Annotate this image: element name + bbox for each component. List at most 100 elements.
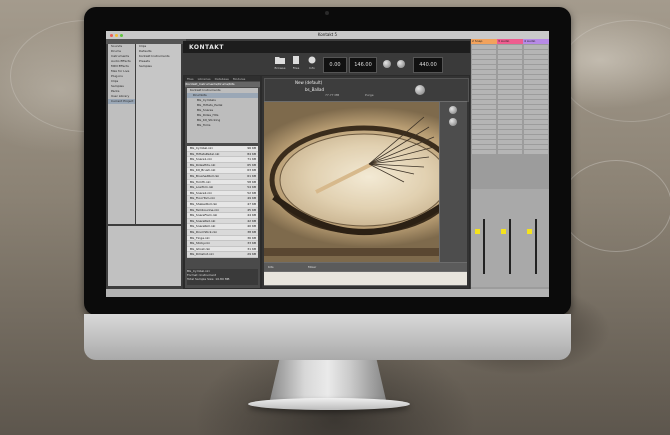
clip-slot[interactable]	[498, 55, 522, 59]
file-row[interactable]: BG_Rimshot.nki 29 KB	[187, 252, 258, 258]
clip-slot[interactable]	[524, 110, 548, 114]
clip-slot[interactable]	[524, 135, 548, 139]
clip-slot[interactable]	[524, 75, 548, 79]
tab-mixer[interactable]: Mixer	[308, 265, 316, 269]
clip-slot[interactable]	[472, 70, 496, 74]
clip-slot[interactable]	[498, 105, 522, 109]
clip-slot[interactable]	[472, 50, 496, 54]
file-size: 42 KB	[247, 218, 256, 223]
clip-slot[interactable]	[498, 75, 522, 79]
clip-slot[interactable]	[524, 150, 548, 154]
clip-slot[interactable]	[524, 50, 548, 54]
clip-slot[interactable]	[472, 100, 496, 104]
browser-folder[interactable]: Samples	[136, 64, 181, 69]
clip-slot[interactable]	[498, 60, 522, 64]
purge-button[interactable]: Purge	[365, 93, 374, 97]
clip-slot[interactable]	[472, 150, 496, 154]
track-activator[interactable]	[501, 229, 506, 234]
clip-slot[interactable]	[498, 85, 522, 89]
clip-slot[interactable]	[472, 85, 496, 89]
browser-place[interactable]: Current Project	[108, 99, 135, 104]
clip-slot[interactable]	[498, 100, 522, 104]
clip-slot[interactable]	[472, 105, 496, 109]
track-header[interactable]: 2 Snap	[471, 39, 497, 44]
clip-slot[interactable]	[498, 125, 522, 129]
folder-icon[interactable]	[275, 56, 285, 64]
browser-tab[interactable]: Modules	[231, 77, 247, 81]
clip-slot[interactable]	[498, 145, 522, 149]
clip-slot[interactable]	[524, 55, 548, 59]
volume-knob[interactable]	[449, 106, 457, 114]
info-icon[interactable]	[307, 56, 317, 64]
clip-slot[interactable]	[524, 95, 548, 99]
volume-fader[interactable]	[483, 219, 485, 274]
clip-slot[interactable]	[472, 140, 496, 144]
clip-slot[interactable]	[524, 65, 548, 69]
clip-slot[interactable]	[524, 90, 548, 94]
clip-slot[interactable]	[472, 135, 496, 139]
bpm-display[interactable]: 146.00	[349, 57, 377, 73]
clip-slot[interactable]	[524, 70, 548, 74]
clip-slot[interactable]	[472, 55, 496, 59]
clip-slot[interactable]	[472, 145, 496, 149]
clip-slot[interactable]	[472, 80, 496, 84]
clip-slot[interactable]	[472, 95, 496, 99]
clip-slot[interactable]	[472, 125, 496, 129]
clip-slot[interactable]	[524, 145, 548, 149]
clip-slot[interactable]	[472, 115, 496, 119]
tree-folder[interactable]: BG_Toms	[187, 123, 258, 128]
clip-slot[interactable]	[524, 100, 548, 104]
clip-slot[interactable]	[472, 120, 496, 124]
clip-slot[interactable]	[524, 80, 548, 84]
clip-slot[interactable]	[524, 120, 548, 124]
clip-slot[interactable]	[498, 95, 522, 99]
clip-slot[interactable]	[498, 50, 522, 54]
clip-slot[interactable]	[498, 150, 522, 154]
clip-slot[interactable]	[498, 45, 522, 49]
track-header[interactable]: 3 Audio	[497, 39, 523, 44]
tune-display[interactable]: 440.00	[413, 57, 443, 73]
clip-slot[interactable]	[524, 60, 548, 64]
clip-slot[interactable]	[498, 120, 522, 124]
tab-kits[interactable]: Kits	[268, 265, 274, 269]
track-activator[interactable]	[527, 229, 532, 234]
clip-slot[interactable]	[472, 65, 496, 69]
clip-slot[interactable]	[498, 90, 522, 94]
clip-slot[interactable]	[524, 115, 548, 119]
volume-fader[interactable]	[509, 219, 511, 274]
clip-slot[interactable]	[498, 70, 522, 74]
clip-slot[interactable]	[472, 45, 496, 49]
browser-tab[interactable]: Files	[185, 77, 196, 81]
browser-tab[interactable]: Database	[213, 77, 231, 81]
clip-slot[interactable]	[524, 140, 548, 144]
clip-slot[interactable]	[472, 90, 496, 94]
track-name: 2 Snap	[472, 39, 483, 43]
clip-slot[interactable]	[524, 45, 548, 49]
clip-slot[interactable]	[498, 130, 522, 134]
instrument-tune-knob[interactable]	[415, 85, 425, 95]
clip-slot[interactable]	[498, 115, 522, 119]
clip-slot[interactable]	[524, 130, 548, 134]
clip-slot[interactable]	[524, 85, 548, 89]
clip-slot[interactable]	[498, 140, 522, 144]
master-volume-knob[interactable]	[383, 60, 391, 68]
track-header[interactable]: 4 Audio	[523, 39, 549, 44]
clip-slot[interactable]	[524, 105, 548, 109]
clip-slot[interactable]	[498, 135, 522, 139]
clip-slot[interactable]	[524, 125, 548, 129]
files-icon[interactable]	[291, 56, 301, 64]
browser-tab[interactable]: Libraries	[196, 77, 213, 81]
volume-fader[interactable]	[535, 219, 537, 274]
master-tune-knob[interactable]	[397, 60, 405, 68]
clip-slot[interactable]	[472, 60, 496, 64]
clip-slot[interactable]	[472, 130, 496, 134]
instrument-name[interactable]: bs_Ballad	[305, 87, 324, 92]
rack-title: New (default)	[295, 80, 323, 85]
clip-slot[interactable]	[498, 80, 522, 84]
clip-slot[interactable]	[498, 65, 522, 69]
clip-slot[interactable]	[472, 110, 496, 114]
clip-slot[interactable]	[472, 75, 496, 79]
pan-knob[interactable]	[449, 118, 457, 126]
clip-slot[interactable]	[498, 110, 522, 114]
track-activator[interactable]	[475, 229, 480, 234]
